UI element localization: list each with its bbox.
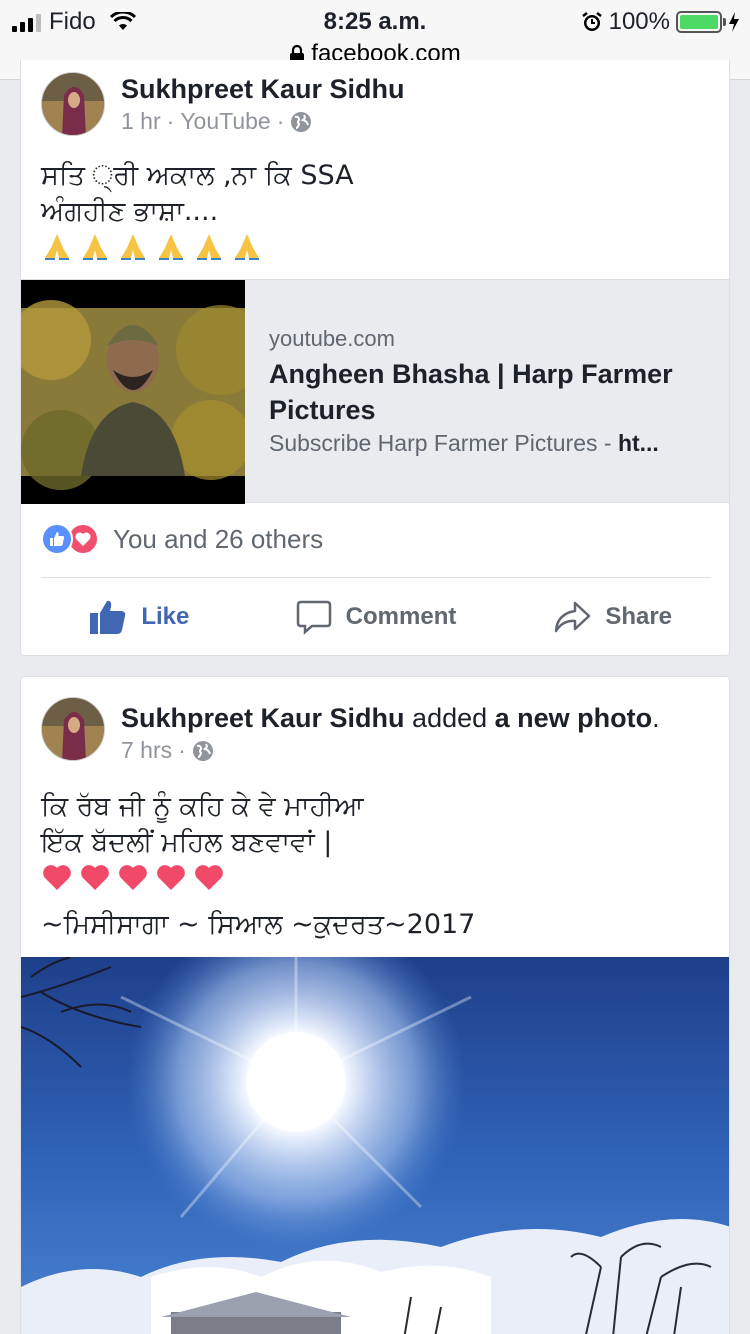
share-button[interactable]: Share: [494, 578, 729, 655]
post-card: Sukhpreet Kaur Sidhu added a new photo. …: [20, 676, 730, 1334]
folded-hands-icon: [235, 234, 259, 260]
post-header: Sukhpreet Kaur Sidhu added a new photo.: [121, 703, 660, 734]
folded-hands-icon: [45, 234, 69, 260]
post-time[interactable]: 1 hr: [121, 108, 161, 135]
post-action-text: added: [404, 703, 495, 733]
prayer-emoji-row: [41, 230, 263, 262]
like-button[interactable]: Like: [21, 578, 258, 655]
heart-icon: [119, 865, 147, 890]
heart-icon: [157, 865, 185, 890]
alarm-icon: [581, 12, 602, 31]
heart-icon: [195, 865, 223, 890]
avatar[interactable]: [41, 697, 105, 761]
folded-hands-icon: [121, 234, 145, 260]
post-text-line: ਇੱਕ ਬੱਦਲੀਂ ਮਹਿਲ ਬਣਵਾਵਾਂ |: [41, 827, 333, 858]
comment-icon: [296, 600, 331, 635]
thumbs-up-icon: [90, 600, 126, 634]
folded-hands-icon: [83, 234, 107, 260]
share-icon: [555, 601, 591, 633]
hearts-emoji-row: [41, 861, 225, 893]
link-description-bold: ht...: [617, 430, 659, 456]
post-author[interactable]: Sukhpreet Kaur Sidhu: [121, 703, 405, 733]
separator: ·: [178, 737, 186, 763]
post-photo[interactable]: [21, 957, 729, 1334]
post-text-line: ਕਿ ਰੱਬ ਜੀ ਨੂੰ ਕਹਿ ਕੇ ਵੇ ਮਾਹੀਆ: [41, 791, 364, 822]
separator: ·: [276, 108, 285, 134]
battery-icon: [676, 11, 726, 33]
folded-hands-icon: [197, 234, 221, 260]
avatar[interactable]: [41, 72, 105, 136]
like-label: Like: [141, 603, 190, 630]
comment-label: Comment: [345, 603, 457, 630]
post-source[interactable]: YouTube: [180, 108, 270, 135]
reactions-count: You and 26 others: [113, 523, 324, 554]
comment-button[interactable]: Comment: [258, 578, 495, 655]
share-label: Share: [605, 603, 673, 630]
separator: ·: [166, 108, 175, 134]
post-actions: Like Comment Share: [21, 578, 729, 655]
post-card: Sukhpreet Kaur Sidhu 1 hr · YouTube · ਸਤ…: [20, 60, 730, 656]
new-photo-link[interactable]: a new photo: [495, 703, 653, 733]
link-description-text: Subscribe Harp Farmer Pictures -: [269, 430, 618, 456]
post-time[interactable]: 7 hrs: [121, 737, 172, 764]
post-text-line: ~ਮਿਸੀਸਾਗਾ ~ ਸਿਆਲ ~ਕੁਦਰਤ~2017: [41, 909, 476, 940]
link-title[interactable]: Angheen Bhasha | Harp Farmer Pictures: [269, 356, 709, 428]
battery-percent: 100%: [608, 8, 670, 35]
folded-hands-icon: [159, 234, 183, 260]
post-author[interactable]: Sukhpreet Kaur Sidhu: [121, 74, 405, 105]
globe-icon: [291, 111, 312, 132]
post-meta: 1 hr · YouTube ·: [121, 108, 312, 135]
reactions-summary[interactable]: You and 26 others: [41, 523, 323, 555]
like-reaction-icon: [41, 523, 73, 555]
heart-icon: [43, 865, 71, 890]
post-text-line: ਅੰਗਹੀਣ ਭਾਸ਼ਾ....: [41, 196, 219, 227]
video-thumbnail[interactable]: [21, 280, 245, 504]
link-description: Subscribe Harp Farmer Pictures - ht...: [269, 430, 709, 457]
post-action-end: .: [652, 703, 660, 733]
post-text-line: ਸਤਿ ੍ਰੀ ਅਕਾਲ ,ਨਾ ਕਿ SSA: [41, 160, 354, 191]
link-preview[interactable]: youtube.com Angheen Bhasha | Harp Farmer…: [21, 279, 729, 504]
status-right: 100%: [581, 8, 740, 36]
link-domain: youtube.com: [269, 326, 395, 351]
globe-icon: [192, 740, 213, 761]
charging-icon: [729, 12, 739, 32]
heart-icon: [81, 865, 109, 890]
post-meta: 7 hrs ·: [121, 737, 214, 764]
